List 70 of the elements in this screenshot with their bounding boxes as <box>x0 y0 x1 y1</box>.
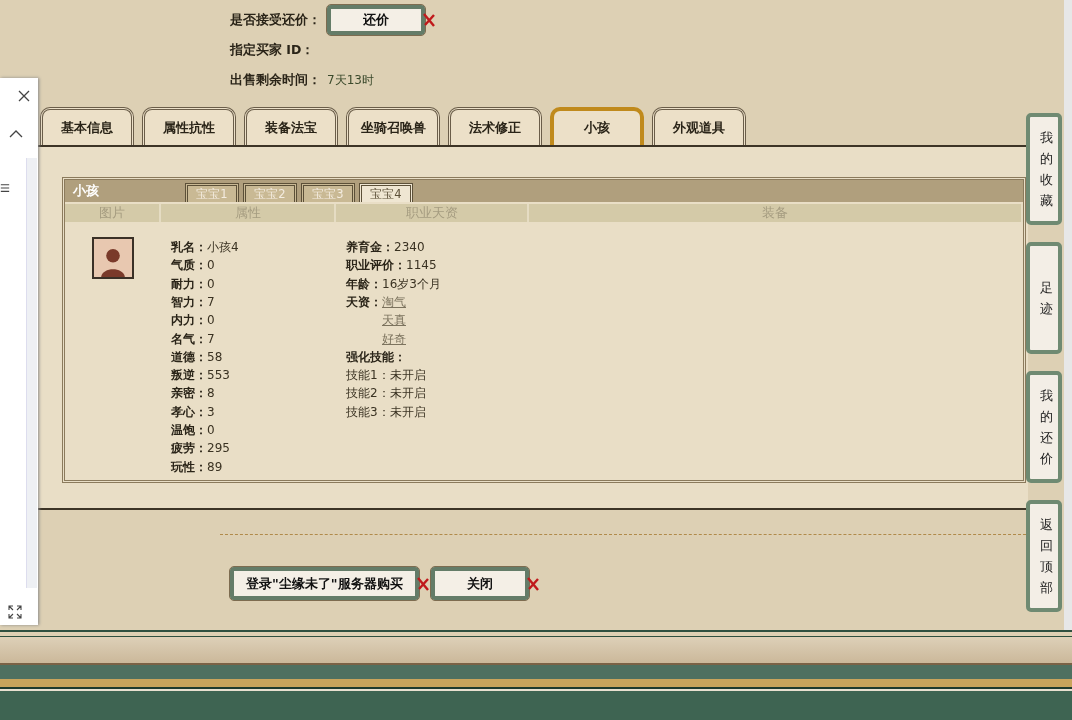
attribute-value: 295 <box>207 440 230 458</box>
career-label: 养育金： <box>346 239 394 257</box>
attribute-value: 0 <box>207 275 215 293</box>
attribute-label: 智力： <box>171 293 207 311</box>
list-icon[interactable] <box>0 182 10 194</box>
talent-link[interactable]: 好奇 <box>382 329 406 348</box>
category-tab[interactable]: 法术修正 <box>448 107 542 145</box>
attribute-value: 7 <box>207 293 215 311</box>
attribute-value: 553 <box>207 367 230 385</box>
attribute-value: 8 <box>207 385 215 403</box>
attribute-value: 89 <box>207 458 223 476</box>
chevron-up-icon[interactable] <box>9 130 23 138</box>
side-button[interactable]: 我的还价 <box>1026 371 1062 483</box>
attribute-label: 内力： <box>171 312 207 330</box>
category-tab[interactable]: 外观道具 <box>652 107 746 145</box>
attribute-value: 0 <box>207 422 215 440</box>
attribute-value: 0 <box>207 312 215 330</box>
side-button[interactable]: 返回顶部 <box>1026 500 1062 612</box>
career-value: 2340 <box>394 239 425 257</box>
attribute-label: 叛逆： <box>171 367 207 385</box>
attribute-value: 58 <box>207 348 223 366</box>
attribute-label: 名气： <box>171 330 207 348</box>
category-tab[interactable]: 小孩 <box>550 107 644 145</box>
attribute-value: 3 <box>207 403 215 421</box>
skill-label: 技能2： <box>346 385 390 403</box>
scrollbar[interactable] <box>26 158 37 588</box>
category-tab[interactable]: 坐骑召唤兽 <box>346 107 440 145</box>
remaining-time-label: 出售剩余时间： <box>230 71 322 89</box>
talent-link[interactable]: 淘气 <box>382 292 406 312</box>
attribute-label: 疲劳： <box>171 440 207 458</box>
expand-icon[interactable] <box>8 605 22 619</box>
avatar-placeholder <box>92 237 134 280</box>
skill-value: 未开启 <box>389 403 426 421</box>
category-tab[interactable]: 基本信息 <box>40 107 134 145</box>
side-button[interactable]: 足迹 <box>1026 242 1062 354</box>
scrollbar[interactable] <box>1064 0 1072 630</box>
skills-heading: 强化技能： <box>346 348 406 366</box>
panel-title: 小孩 <box>72 182 100 200</box>
career-value: 1145 <box>406 257 437 275</box>
attribute-label: 亲密： <box>171 385 207 403</box>
skill-value: 未开启 <box>389 385 426 403</box>
career-value: 16岁3个月 <box>382 275 441 293</box>
action-button[interactable]: 登录"尘缘未了"服务器购买 <box>230 567 419 600</box>
talent-label: 天资： <box>346 293 382 311</box>
category-tab[interactable]: 属性抗性 <box>142 107 236 145</box>
buyer-id-label: 指定买家 ID： <box>230 41 316 59</box>
attribute-value: 0 <box>207 257 215 275</box>
attribute-label: 乳名： <box>171 239 207 257</box>
skill-value: 未开启 <box>389 367 426 385</box>
skill-label: 技能3： <box>346 403 390 421</box>
attribute-label: 气质： <box>171 257 207 275</box>
skill-label: 技能1： <box>346 367 390 385</box>
action-button[interactable]: 关闭 <box>430 567 529 600</box>
remaining-time-value: 7天13时 <box>327 71 374 89</box>
category-tab[interactable]: 装备法宝 <box>244 107 338 145</box>
attribute-label: 孝心： <box>171 403 207 421</box>
accept-offer-label: 是否接受还价： <box>230 11 322 29</box>
career-label: 职业评价： <box>346 257 406 275</box>
side-button[interactable]: 我的收藏 <box>1026 113 1062 225</box>
attribute-label: 玩性： <box>171 458 207 476</box>
close-icon[interactable] <box>18 90 30 102</box>
child-tab[interactable]: 宝宝4 <box>359 183 413 202</box>
counter-offer-button[interactable]: 还价 <box>327 5 425 35</box>
attribute-value: 7 <box>207 330 215 348</box>
attribute-label: 耐力： <box>171 275 207 293</box>
talent-link[interactable]: 天真 <box>382 311 406 330</box>
attribute-value: 小孩4 <box>207 239 239 257</box>
attribute-label: 道德： <box>171 348 207 366</box>
attribute-label: 温饱： <box>171 422 207 440</box>
career-label: 年龄： <box>346 275 382 293</box>
